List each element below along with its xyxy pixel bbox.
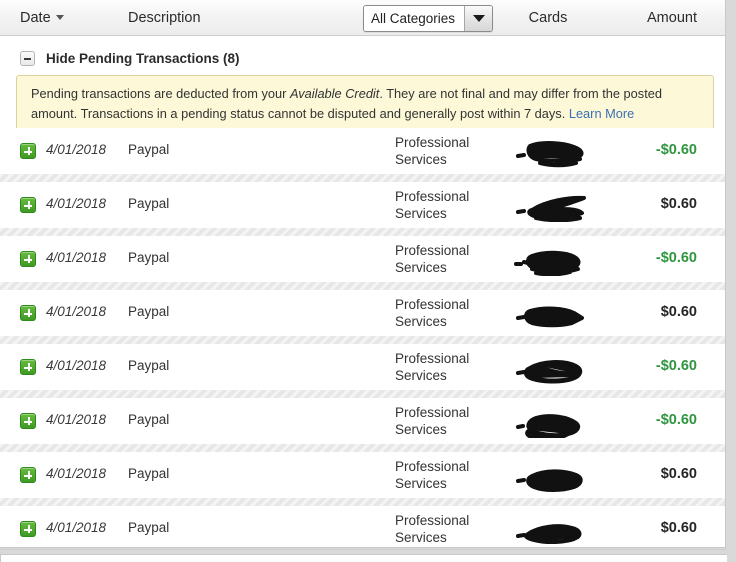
transaction-amount: -$0.60 [655,142,697,158]
hide-pending-transactions-toggle[interactable]: Hide Pending Transactions (8) [0,43,725,73]
transaction-category: Professional Services [395,297,470,329]
transactions-panel: Date Description All Categories Cards Am… [0,0,726,548]
plus-icon[interactable] [20,521,36,537]
transaction-amount: -$0.60 [655,358,697,374]
hide-pending-transactions-label: Hide Pending Transactions (8) [46,50,240,66]
transaction-card-redacted [510,136,600,168]
transaction-date: 4/01/2018 [46,466,107,481]
transaction-description: Paypal [128,304,170,319]
column-header-amount[interactable]: Amount [596,0,697,36]
transaction-category: Professional Services [395,189,470,221]
pending-notice-banner: Pending transactions are deducted from y… [16,75,714,134]
table-row[interactable]: 4/01/2018 Paypal Professional Services -$0.… [0,344,725,390]
minus-icon[interactable] [20,50,35,66]
transaction-category: Professional Services [395,351,470,383]
table-row[interactable]: 4/01/2018 Paypal Professional Services $0.6… [0,452,725,498]
row-separator [0,174,725,182]
table-row[interactable]: 4/01/2018 Paypal Professional Services $0.6… [0,290,725,336]
row-separator [0,390,725,398]
plus-icon[interactable] [20,413,36,429]
transaction-amount: -$0.60 [655,250,697,266]
table-row[interactable]: 4/01/2018 Paypal Professional Services $0.6… [0,506,725,547]
table-row[interactable]: 4/01/2018 Paypal Professional Services -$0.… [0,128,725,174]
transactions-page: Date Description All Categories Cards Am… [0,0,736,562]
page-right-gutter [727,0,736,562]
table-row[interactable]: 4/01/2018 Paypal Professional Services -$0.… [0,398,725,444]
pending-notice-text-1: Pending transactions are deducted from y… [31,86,290,101]
transaction-description: Paypal [128,196,170,211]
transactions-list: 4/01/2018 Paypal Professional Services -$0.… [0,128,725,547]
transaction-card-redacted [510,190,600,222]
transaction-amount: $0.60 [660,304,697,320]
transaction-date: 4/01/2018 [46,196,107,211]
transaction-category: Professional Services [395,459,470,491]
panel-bottom-edge [0,549,728,562]
plus-icon[interactable] [20,197,36,213]
row-separator [0,282,725,290]
transaction-amount: -$0.60 [655,412,697,428]
transaction-date: 4/01/2018 [46,358,107,373]
transaction-amount: $0.60 [660,520,697,536]
table-header: Date Description All Categories Cards Am… [0,0,725,36]
transaction-card-redacted [510,514,600,546]
category-filter-dropdown-button[interactable] [464,6,492,31]
transaction-amount: $0.60 [660,196,697,212]
row-separator [0,444,725,452]
column-header-date[interactable]: Date [20,0,64,36]
transaction-description: Paypal [128,358,170,373]
learn-more-link[interactable]: Learn More [569,106,634,121]
column-header-cards[interactable]: Cards [496,0,600,36]
transaction-description: Paypal [128,250,170,265]
plus-icon[interactable] [20,251,36,267]
transaction-card-redacted [510,244,600,276]
transaction-card-redacted [510,460,600,492]
transaction-category: Professional Services [395,405,470,437]
column-header-description[interactable]: Description [128,0,201,36]
chevron-down-icon [472,15,485,22]
transaction-date: 4/01/2018 [46,412,107,427]
column-header-date-label: Date [20,10,51,26]
category-filter-select[interactable]: All Categories [363,5,493,32]
pending-notice-emphasis: Available Credit [289,86,380,101]
sort-chevron-down-icon[interactable] [55,14,64,20]
row-separator [0,228,725,236]
transaction-date: 4/01/2018 [46,250,107,265]
transaction-category: Professional Services [395,513,470,545]
transaction-date: 4/01/2018 [46,304,107,319]
row-separator [0,336,725,344]
transaction-date: 4/01/2018 [46,520,107,535]
transaction-card-redacted [510,352,600,384]
transaction-description: Paypal [128,142,170,157]
transaction-category: Professional Services [395,135,470,167]
category-filter-value: All Categories [364,6,464,31]
row-separator [0,498,725,506]
plus-icon[interactable] [20,143,36,159]
table-row[interactable]: 4/01/2018 Paypal Professional Services -$0.… [0,236,725,282]
transaction-description: Paypal [128,466,170,481]
transaction-description: Paypal [128,520,170,535]
transaction-description: Paypal [128,412,170,427]
plus-icon[interactable] [20,467,36,483]
transaction-amount: $0.60 [660,466,697,482]
transaction-category: Professional Services [395,243,470,275]
plus-icon[interactable] [20,305,36,321]
table-row[interactable]: 4/01/2018 Paypal Professional Services $0.6… [0,182,725,228]
transaction-date: 4/01/2018 [46,142,107,157]
plus-icon[interactable] [20,359,36,375]
transaction-card-redacted [510,298,600,330]
transaction-card-redacted [510,406,600,438]
